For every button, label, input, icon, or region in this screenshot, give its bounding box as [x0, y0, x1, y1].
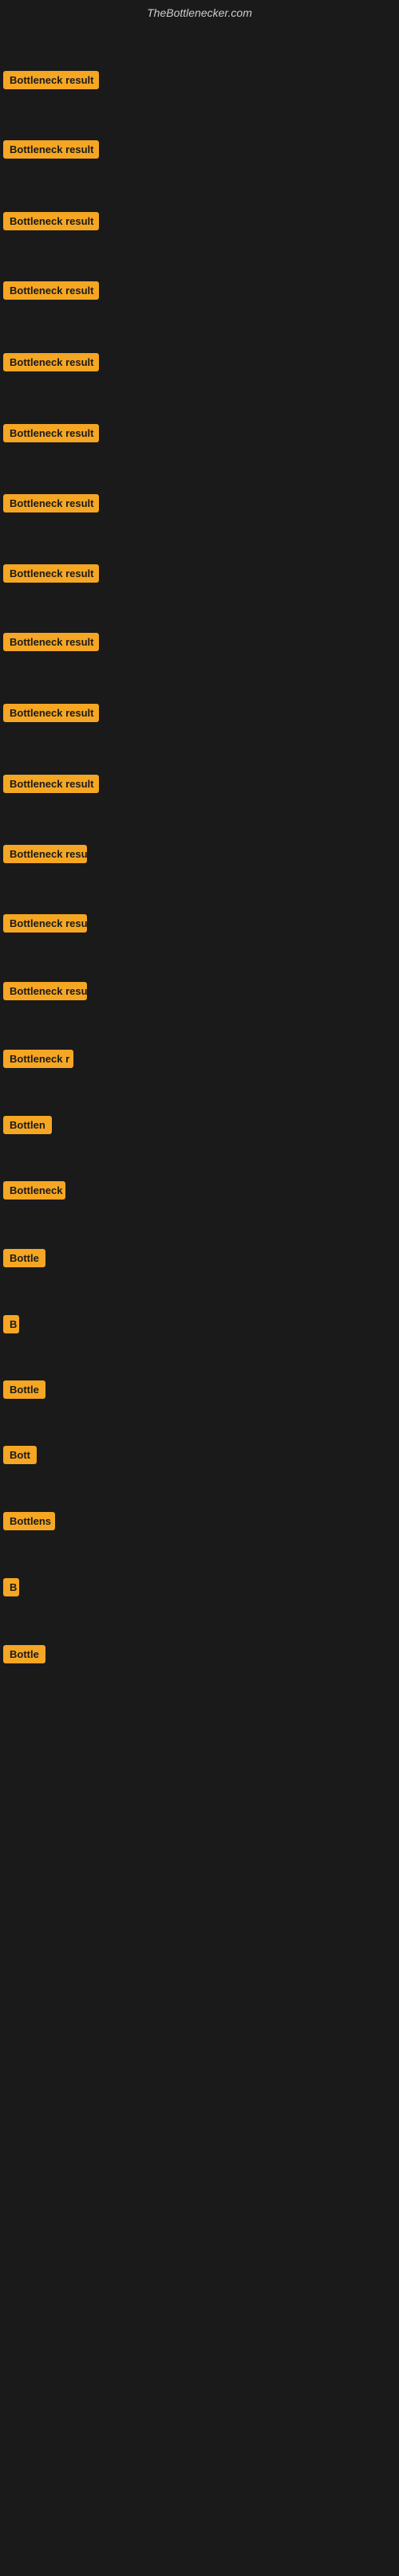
result-row-22: Bottlens — [3, 1512, 55, 1534]
result-row-10: Bottleneck result — [3, 704, 99, 726]
result-row-12: Bottleneck resu — [3, 845, 87, 867]
result-row-14: Bottleneck resu — [3, 982, 87, 1004]
result-row-23: B — [3, 1578, 19, 1600]
result-row-17: Bottleneck — [3, 1181, 65, 1204]
bottleneck-badge-17[interactable]: Bottleneck — [3, 1181, 65, 1200]
result-row-18: Bottle — [3, 1249, 45, 1271]
bottleneck-badge-15[interactable]: Bottleneck r — [3, 1050, 73, 1068]
bottleneck-badge-24[interactable]: Bottle — [3, 1645, 45, 1663]
result-row-15: Bottleneck r — [3, 1050, 73, 1072]
bottleneck-badge-23[interactable]: B — [3, 1578, 19, 1596]
result-row-20: Bottle — [3, 1380, 45, 1403]
bottleneck-badge-8[interactable]: Bottleneck result — [3, 564, 99, 583]
result-row-2: Bottleneck result — [3, 140, 99, 163]
bottleneck-badge-10[interactable]: Bottleneck result — [3, 704, 99, 722]
site-title: TheBottlenecker.com — [0, 0, 399, 26]
result-row-5: Bottleneck result — [3, 353, 99, 375]
result-row-7: Bottleneck result — [3, 494, 99, 516]
result-row-21: Bott — [3, 1446, 37, 1468]
bottleneck-badge-7[interactable]: Bottleneck result — [3, 494, 99, 512]
result-row-3: Bottleneck result — [3, 212, 99, 234]
bottleneck-badge-13[interactable]: Bottleneck resu — [3, 914, 87, 933]
result-row-4: Bottleneck result — [3, 281, 99, 304]
result-row-19: B — [3, 1315, 19, 1337]
result-row-13: Bottleneck resu — [3, 914, 87, 937]
bottleneck-badge-11[interactable]: Bottleneck result — [3, 775, 99, 793]
bottleneck-badge-1[interactable]: Bottleneck result — [3, 71, 99, 89]
site-header: TheBottlenecker.com — [0, 0, 399, 26]
bottleneck-badge-22[interactable]: Bottlens — [3, 1512, 55, 1530]
bottleneck-badge-2[interactable]: Bottleneck result — [3, 140, 99, 159]
bottleneck-badge-21[interactable]: Bott — [3, 1446, 37, 1464]
bottleneck-badge-4[interactable]: Bottleneck result — [3, 281, 99, 300]
result-row-16: Bottlen — [3, 1116, 52, 1138]
badges-container: Bottleneck result Bottleneck result Bottle… — [0, 26, 399, 2576]
bottleneck-badge-18[interactable]: Bottle — [3, 1249, 45, 1267]
result-row-9: Bottleneck result — [3, 633, 99, 655]
result-row-1: Bottleneck result — [3, 71, 99, 93]
result-row-11: Bottleneck result — [3, 775, 99, 797]
bottleneck-badge-14[interactable]: Bottleneck resu — [3, 982, 87, 1000]
bottleneck-badge-20[interactable]: Bottle — [3, 1380, 45, 1399]
bottleneck-badge-3[interactable]: Bottleneck result — [3, 212, 99, 230]
bottleneck-badge-9[interactable]: Bottleneck result — [3, 633, 99, 651]
result-row-24: Bottle — [3, 1645, 45, 1667]
bottleneck-badge-16[interactable]: Bottlen — [3, 1116, 52, 1134]
bottleneck-badge-5[interactable]: Bottleneck result — [3, 353, 99, 371]
result-row-6: Bottleneck result — [3, 424, 99, 446]
result-row-8: Bottleneck result — [3, 564, 99, 587]
bottleneck-badge-6[interactable]: Bottleneck result — [3, 424, 99, 442]
bottleneck-badge-12[interactable]: Bottleneck resu — [3, 845, 87, 863]
bottleneck-badge-19[interactable]: B — [3, 1315, 19, 1333]
